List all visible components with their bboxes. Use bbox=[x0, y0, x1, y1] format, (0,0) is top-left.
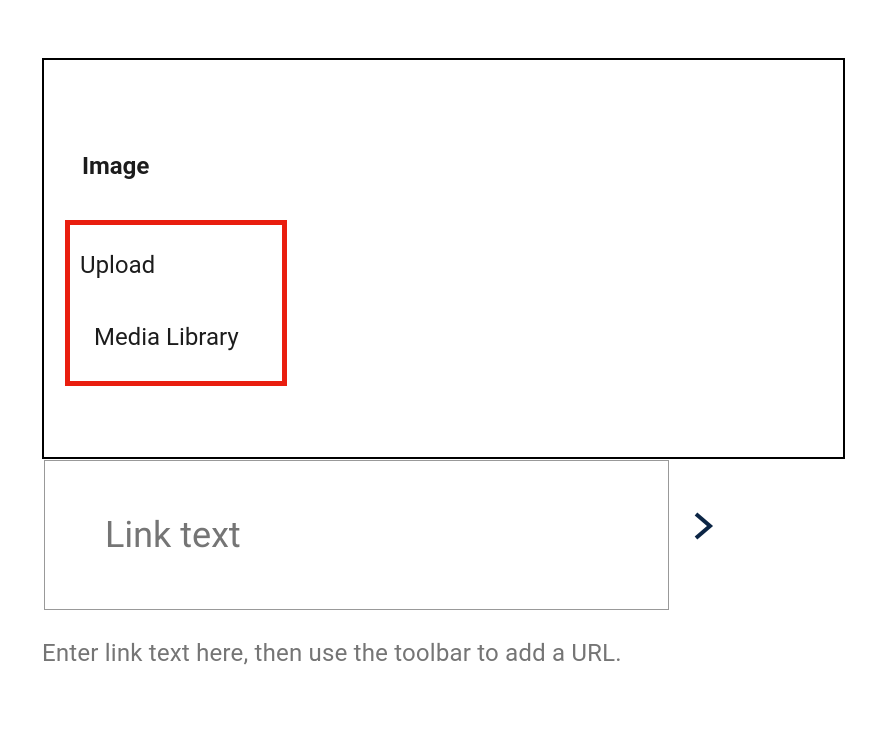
chevron-right-icon bbox=[691, 508, 717, 548]
link-text-input[interactable]: Link text bbox=[44, 460, 669, 610]
menu-item-media-library[interactable]: Media Library bbox=[94, 321, 239, 355]
menu-item-upload[interactable]: Upload bbox=[80, 249, 155, 283]
panel-title: Image bbox=[82, 152, 843, 180]
link-text-placeholder: Link text bbox=[105, 514, 241, 556]
helper-text: Enter link text here, then use the toolb… bbox=[42, 639, 622, 667]
submit-link-button[interactable] bbox=[686, 510, 722, 546]
image-panel: Image bbox=[42, 58, 845, 459]
